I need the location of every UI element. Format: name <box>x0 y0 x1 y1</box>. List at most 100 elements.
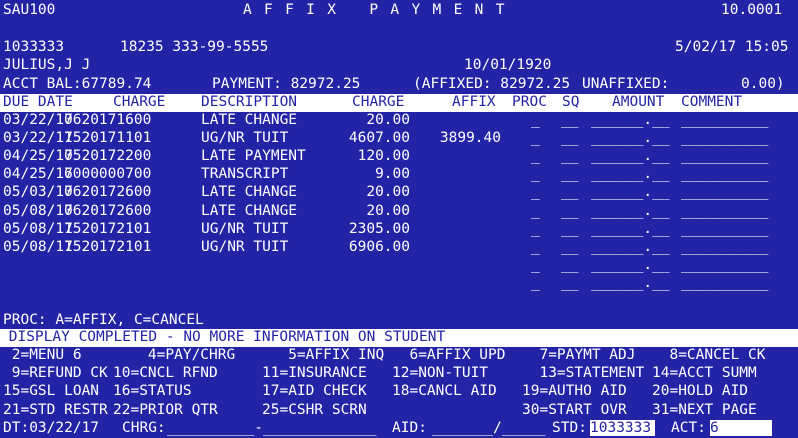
cell-due-date: 04/25/17 <box>3 166 73 183</box>
cell-amount-input[interactable]: ______.__ <box>591 166 670 184</box>
cell-proc-input[interactable]: _ <box>531 148 540 166</box>
cell-sq-input[interactable]: __ <box>561 184 578 202</box>
cell-comment-input[interactable]: __________ <box>681 166 768 184</box>
aid-input[interactable]: _______/_____ <box>432 420 546 438</box>
cell-amount-input[interactable]: ______.__ <box>591 239 670 257</box>
cell-proc-input[interactable]: _ <box>531 257 540 275</box>
cell-proc-input[interactable]: _ <box>531 130 540 148</box>
cell-sq-input[interactable]: __ <box>561 275 578 293</box>
function-key-item[interactable]: 15=GSL LOAN <box>3 383 99 401</box>
cell-sq-input[interactable]: __ <box>561 257 578 275</box>
cell-sq-input[interactable]: __ <box>561 148 578 166</box>
function-key-item[interactable]: 4=PAY/CHRG <box>113 347 235 365</box>
cell-proc-input[interactable]: _ <box>531 239 540 257</box>
cell-due-date: 03/22/17 <box>3 130 73 147</box>
cell-comment-input[interactable]: __________ <box>681 203 768 221</box>
cell-charge-code: 6000000700 <box>64 166 152 183</box>
cell-charge-code: 1520171101 <box>64 130 152 147</box>
cell-charge: 20.00 <box>366 202 410 219</box>
function-key-item[interactable]: 6=AFFIX UPD <box>392 347 505 365</box>
cell-amount-input[interactable]: ______.__ <box>591 112 670 130</box>
std-label: STD: <box>552 420 587 436</box>
version: 10.0001 <box>721 2 783 18</box>
cell-amount-input[interactable]: ______.__ <box>591 221 670 239</box>
header-line-2: 1033333 18235 333-99-5555 5/02/17 15:05 <box>0 39 798 57</box>
table-row: 04/25/17 6000000700 TRANSCRIPT 9.00 _ __ _____… <box>0 166 798 184</box>
table-row: 05/08/17 0620172600 LATE CHANGE 20.00 _ __ ___… <box>0 203 798 221</box>
cell-comment-input[interactable]: __________ <box>681 112 768 130</box>
student-code-ssn: 18235 333-99-5555 <box>120 39 269 55</box>
balance-line: ACCT BAL:67789.74 PAYMENT: 82972.25 (AFF… <box>0 76 798 94</box>
col-description: DESCRIPTION <box>201 94 298 110</box>
cell-sq-input[interactable]: __ <box>561 130 578 148</box>
function-key-item[interactable]: 11=INSURANCE <box>262 365 367 383</box>
cell-proc-input[interactable]: _ <box>531 184 540 202</box>
function-key-item[interactable]: 22=PRIOR QTR <box>113 402 218 420</box>
cell-comment-input[interactable]: __________ <box>681 184 768 202</box>
function-key-item[interactable]: 14=ACCT SUMM <box>652 365 757 383</box>
proc-help: PROC: A=AFFIX, C=CANCEL <box>3 312 204 328</box>
function-key-item[interactable]: 8=CANCEL CK <box>652 347 765 365</box>
chrg-input[interactable]: __________-_____________ <box>167 420 377 438</box>
command-line: DT:03/22/17 CHRG: __________-___________… <box>0 420 798 438</box>
cell-comment-input[interactable]: __________ <box>681 275 768 293</box>
function-key-item[interactable]: 13=STATEMENT <box>522 365 644 383</box>
function-key-item[interactable]: 7=PAYMT ADJ <box>522 347 635 365</box>
cell-comment-input[interactable]: __________ <box>681 221 768 239</box>
cell-proc-input[interactable]: _ <box>531 203 540 221</box>
cell-charge: 2305.00 <box>348 220 410 237</box>
cell-amount-input[interactable]: ______.__ <box>591 130 670 148</box>
terminal-screen: SAU100 A F F I X P A Y M E N T 10.0001 1… <box>0 0 798 438</box>
cell-sq-input[interactable]: __ <box>561 112 578 130</box>
function-key-item[interactable]: 16=STATUS <box>113 383 192 401</box>
function-key-item[interactable]: 31=NEXT PAGE <box>652 402 757 420</box>
cell-comment-input[interactable]: __________ <box>681 257 768 275</box>
cell-sq-input[interactable]: __ <box>561 203 578 221</box>
table-row: 05/08/17 1520172101 UG/NR TUIT 2305.00 _ __ __… <box>0 221 798 239</box>
cell-amount-input[interactable]: ______.__ <box>591 184 670 202</box>
cell-description: LATE PAYMENT <box>201 148 306 165</box>
cell-description: UG/NR TUIT <box>201 238 289 255</box>
function-key-item[interactable]: 2=MENU 6 <box>3 347 82 365</box>
function-key-item[interactable]: 12=NON-TUIT <box>392 365 488 383</box>
cell-amount-input[interactable]: ______.__ <box>591 275 670 293</box>
cell-comment-input[interactable]: __________ <box>681 148 768 166</box>
function-key-item[interactable]: 9=REFUND CK <box>3 365 108 383</box>
function-key-item[interactable]: 21=STD RESTR <box>3 402 108 420</box>
cell-proc-input[interactable]: _ <box>531 112 540 130</box>
function-key-item[interactable]: 20=HOLD AID <box>652 383 748 401</box>
student-id: 1033333 <box>3 39 65 55</box>
std-input[interactable]: 1033333 <box>590 420 656 436</box>
function-key-item[interactable]: 10=CNCL RFND <box>113 365 218 383</box>
cell-amount-input[interactable]: ______.__ <box>591 257 670 275</box>
cell-affix: 3899.40 <box>439 130 501 147</box>
function-key-item[interactable]: 19=AUTHO AID <box>522 383 627 401</box>
cell-sq-input[interactable]: __ <box>561 239 578 257</box>
cell-charge: 9.00 <box>375 166 410 183</box>
cell-due-date: 05/08/17 <box>3 220 73 237</box>
act-input[interactable]: 6 <box>710 420 772 436</box>
cell-proc-input[interactable]: _ <box>531 275 540 293</box>
cell-proc-input[interactable]: _ <box>531 221 540 239</box>
cell-charge-code: 0520172200 <box>64 148 152 165</box>
header-line-1: SAU100 A F F I X P A Y M E N T 10.0001 <box>0 2 798 20</box>
cell-proc-input[interactable]: _ <box>531 166 540 184</box>
act-label: ACT: <box>671 420 706 436</box>
proc-help-line: PROC: A=AFFIX, C=CANCEL <box>0 312 798 330</box>
cell-sq-input[interactable]: __ <box>561 166 578 184</box>
cell-comment-input[interactable]: __________ <box>681 130 768 148</box>
cell-amount-input[interactable]: ______.__ <box>591 203 670 221</box>
function-key-item[interactable]: 30=START OVR <box>522 402 627 420</box>
function-key-item[interactable]: 17=AID CHECK <box>262 383 367 401</box>
unaffixed-amount: 0.00) <box>741 76 785 92</box>
message-bar: DISPLAY COMPLETED - NO MORE INFORMATION … <box>0 329 798 347</box>
column-header-bar: DUE DATE CHARGE DESCRIPTION CHARGE AFFIX… <box>0 94 798 112</box>
table-row: 03/22/17 0620171600 LATE CHANGE 20.00 _ __ ___… <box>0 112 798 130</box>
cell-sq-input[interactable]: __ <box>561 221 578 239</box>
student-name: JULIUS,J J <box>3 57 91 73</box>
function-key-item[interactable]: 18=CANCL AID <box>392 383 497 401</box>
cell-comment-input[interactable]: __________ <box>681 239 768 257</box>
function-key-item[interactable]: 25=CSHR SCRN <box>262 402 367 420</box>
function-key-item[interactable]: 5=AFFIX INQ <box>262 347 384 365</box>
cell-amount-input[interactable]: ______.__ <box>591 148 670 166</box>
